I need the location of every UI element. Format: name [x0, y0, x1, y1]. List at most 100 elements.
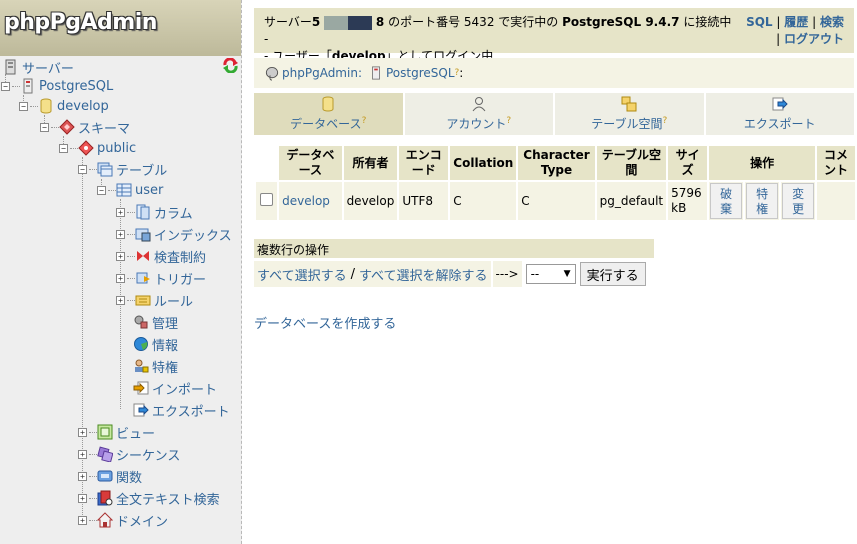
tree-tables[interactable]: − テーブル: [78, 159, 167, 179]
tree-label: スキーマ: [78, 121, 131, 137]
import-icon: [133, 381, 149, 395]
collapse-icon[interactable]: −: [78, 164, 87, 174]
tree-label: カラム: [154, 206, 193, 222]
tree-table-user[interactable]: − user: [97, 180, 163, 200]
deselect-all-link[interactable]: すべて選択を解除する: [359, 265, 488, 284]
tree-columns[interactable]: + カラム: [116, 202, 193, 222]
export-icon: [133, 403, 149, 417]
tree-views[interactable]: + ビュー: [78, 422, 155, 442]
fulltext-icon: [97, 490, 113, 506]
domains-icon: [97, 512, 113, 528]
breadcrumb: phpPgAdmin: PostgreSQL?:: [254, 58, 854, 88]
tab-label: エクスポート: [743, 117, 816, 131]
browser-tree-panel: phpPgAdmin サーバー − PostgreSQL − develop −…: [0, 0, 242, 544]
help-icon[interactable]: ?: [506, 116, 511, 126]
tab-tablespaces[interactable]: テーブル空間?: [553, 93, 704, 135]
execute-button[interactable]: 実行する: [579, 262, 646, 286]
expand-icon[interactable]: +: [78, 427, 87, 437]
cell-action: 特権: [745, 182, 780, 220]
collapse-icon[interactable]: −: [1, 81, 10, 91]
sql-link[interactable]: SQL: [746, 15, 773, 29]
tree-admin[interactable]: 管理: [133, 312, 178, 332]
alter-button[interactable]: 変更: [782, 183, 815, 219]
tree-label: 管理: [152, 316, 179, 332]
tree-label: サーバー: [22, 61, 74, 77]
tab-export[interactable]: エクスポート: [703, 93, 854, 135]
column-header: コメント: [817, 146, 855, 180]
privileges-button[interactable]: 特権: [746, 183, 779, 219]
tree-functions[interactable]: + 関数: [78, 466, 142, 486]
action-select-value: --: [530, 267, 540, 281]
tab-label: アカウント: [446, 117, 507, 131]
tree-privileges[interactable]: 特権: [133, 356, 178, 376]
expand-icon[interactable]: +: [78, 493, 87, 503]
drop-button[interactable]: 破棄: [710, 183, 743, 219]
execute-wrap: 実行する: [579, 261, 646, 287]
tab-accounts[interactable]: アカウント?: [402, 93, 553, 135]
tab-databases[interactable]: データベース?: [254, 93, 403, 135]
help-icon[interactable]: ?: [663, 116, 668, 126]
cell-collation: C: [450, 182, 517, 220]
top-links: SQL | 履歴 | 検索 | ログアウト: [746, 14, 844, 48]
column-header: Character Type: [518, 146, 595, 180]
tree-postgresql[interactable]: − PostgreSQL: [1, 76, 113, 96]
tree-constraints[interactable]: + 検査制約: [116, 246, 206, 266]
tree-import[interactable]: インポート: [133, 378, 217, 398]
tree-sequences[interactable]: + シーケンス: [78, 444, 180, 464]
breadcrumb-server-link[interactable]: PostgreSQL: [386, 66, 455, 80]
column-header: エンコード: [399, 146, 449, 180]
expand-icon[interactable]: +: [116, 207, 125, 217]
action-select[interactable]: -- ▼: [525, 264, 576, 284]
select-all-link[interactable]: すべて選択する: [257, 265, 347, 284]
expand-icon[interactable]: +: [116, 295, 125, 305]
database-link[interactable]: develop: [282, 194, 330, 208]
expand-icon[interactable]: +: [78, 471, 87, 481]
expand-icon[interactable]: +: [78, 449, 87, 459]
row-checkbox-cell: [256, 182, 278, 220]
tree-indexes[interactable]: + インデックス: [116, 224, 232, 244]
tree-domains[interactable]: + ドメイン: [78, 510, 168, 530]
create-database-link[interactable]: データベースを作成する: [254, 313, 396, 332]
user-icon: [472, 97, 486, 112]
expand-icon[interactable]: +: [116, 273, 125, 283]
tree-schema-public[interactable]: − public: [59, 138, 136, 158]
app-logo[interactable]: phpPgAdmin: [0, 0, 241, 56]
tree-rules[interactable]: + ルール: [116, 290, 193, 310]
row-checkbox[interactable]: [260, 192, 274, 206]
search-link[interactable]: 検索: [820, 15, 844, 29]
tab-label: テーブル空間: [591, 117, 663, 131]
collapse-icon[interactable]: −: [97, 185, 106, 195]
tab-label: データベース: [290, 117, 362, 131]
port-text: のポート番号 5432 で実行中の: [388, 15, 559, 29]
column-header: Collation: [450, 146, 517, 180]
collapse-icon[interactable]: −: [19, 101, 28, 111]
column-header: 操作: [709, 146, 816, 180]
select-sep: /: [350, 266, 355, 282]
tree-info[interactable]: 情報: [133, 334, 178, 354]
schemas-icon: [59, 119, 75, 135]
multi-action-title: 複数行の操作: [254, 239, 654, 258]
tree-database-develop[interactable]: − develop: [19, 96, 109, 116]
expand-icon[interactable]: +: [116, 229, 125, 239]
server-icon: [372, 66, 380, 80]
tree-export[interactable]: エクスポート: [133, 400, 230, 420]
tree-label: ビュー: [116, 426, 156, 442]
info-icon: [134, 337, 148, 351]
collapse-icon[interactable]: −: [59, 143, 68, 153]
checkbox-column-header: [256, 146, 277, 180]
breadcrumb-app-link[interactable]: phpPgAdmin:: [282, 66, 362, 80]
history-link[interactable]: 履歴: [784, 15, 808, 29]
expand-icon[interactable]: +: [78, 515, 87, 525]
expand-icon[interactable]: +: [116, 251, 125, 261]
tree-fulltext[interactable]: + 全文テキスト検索: [78, 488, 220, 508]
server-icon: [23, 78, 33, 94]
logout-link[interactable]: ログアウト: [784, 32, 844, 46]
link-sep: |: [776, 15, 781, 29]
tree-triggers[interactable]: + トリガー: [116, 268, 206, 288]
collapse-icon[interactable]: −: [40, 122, 49, 132]
tree-schemas[interactable]: − スキーマ: [40, 117, 130, 137]
refresh-icon[interactable]: [222, 58, 239, 73]
help-icon[interactable]: ?: [362, 116, 367, 126]
breadcrumb-sep: :: [459, 66, 464, 80]
tree-server[interactable]: サーバー: [3, 57, 74, 77]
